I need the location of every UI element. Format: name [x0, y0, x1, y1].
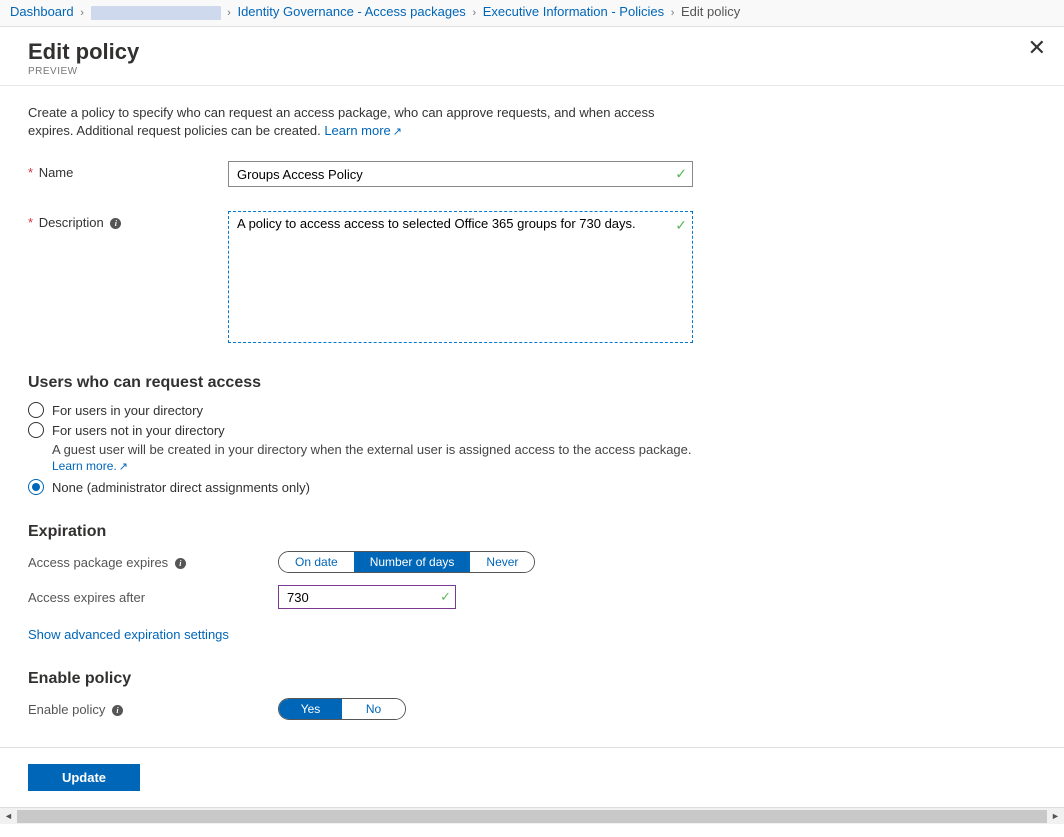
expiration-heading: Expiration [28, 523, 1036, 541]
breadcrumb: Dashboard › › Identity Governance - Acce… [0, 0, 1064, 27]
expires-label: Access package expires [28, 555, 168, 570]
horizontal-scrollbar[interactable]: ◄ ► [0, 807, 1064, 824]
chevron-right-icon: › [227, 7, 231, 19]
breadcrumb-redacted[interactable] [91, 4, 221, 19]
radio-users-in-directory[interactable]: For users in your directory [28, 402, 1036, 418]
name-label: Name [39, 165, 74, 180]
expires-after-label: Access expires after [28, 590, 145, 605]
toggle-yes[interactable]: Yes [279, 699, 342, 719]
scroll-right-icon[interactable]: ► [1047, 808, 1064, 825]
advanced-expiration-link[interactable]: Show advanced expiration settings [28, 627, 229, 642]
intro-text: Create a policy to specify who can reque… [28, 104, 698, 142]
chevron-right-icon: › [80, 7, 84, 19]
external-link-icon: ↗ [119, 461, 128, 473]
required-icon: * [28, 215, 33, 230]
expiration-pill-group: On date Number of days Never [278, 551, 535, 573]
external-link-icon: ↗ [393, 126, 402, 138]
chevron-right-icon: › [671, 7, 675, 19]
enable-policy-toggle: Yes No [278, 698, 406, 720]
learn-more-link[interactable]: Learn more↗ [324, 123, 402, 138]
chevron-right-icon: › [472, 7, 476, 19]
info-icon[interactable]: i [112, 705, 123, 716]
radio-users-not-in-directory[interactable]: For users not in your directory [28, 422, 1036, 438]
update-button[interactable]: Update [28, 764, 140, 791]
close-icon[interactable]: ✕ [1028, 37, 1046, 59]
breadcrumb-dashboard[interactable]: Dashboard [10, 4, 74, 19]
expires-after-input[interactable] [278, 585, 456, 609]
scroll-left-icon[interactable]: ◄ [0, 808, 17, 825]
preview-badge: PREVIEW [28, 66, 1036, 77]
breadcrumb-current: Edit policy [681, 4, 740, 19]
enable-policy-label: Enable policy [28, 702, 105, 717]
radio-none[interactable]: None (administrator direct assignments o… [28, 479, 1036, 495]
divider [0, 85, 1064, 86]
breadcrumb-identity-governance[interactable]: Identity Governance - Access packages [237, 4, 465, 19]
radio-icon [28, 479, 44, 495]
info-icon[interactable]: i [175, 558, 186, 569]
pill-number-of-days[interactable]: Number of days [354, 552, 471, 572]
users-section-heading: Users who can request access [28, 374, 1036, 392]
radio-icon [28, 402, 44, 418]
guest-learn-more-link[interactable]: Learn more.↗ [52, 459, 128, 473]
enable-policy-heading: Enable policy [28, 670, 1036, 688]
name-input[interactable] [228, 161, 693, 187]
description-label: Description [39, 215, 104, 230]
pill-on-date[interactable]: On date [279, 552, 354, 572]
radio-helper-text: A guest user will be created in your dir… [52, 442, 1036, 457]
page-title: Edit policy [28, 39, 1036, 65]
info-icon[interactable]: i [110, 218, 121, 229]
radio-icon [28, 422, 44, 438]
pill-never[interactable]: Never [470, 552, 534, 572]
required-icon: * [28, 165, 33, 180]
breadcrumb-executive-information[interactable]: Executive Information - Policies [483, 4, 664, 19]
scroll-thumb[interactable] [17, 810, 1047, 823]
footer: Update [0, 747, 1064, 807]
toggle-no[interactable]: No [342, 699, 405, 719]
description-input[interactable]: A policy to access access to selected Of… [228, 211, 693, 343]
users-radio-group: For users in your directory For users no… [28, 402, 1036, 495]
